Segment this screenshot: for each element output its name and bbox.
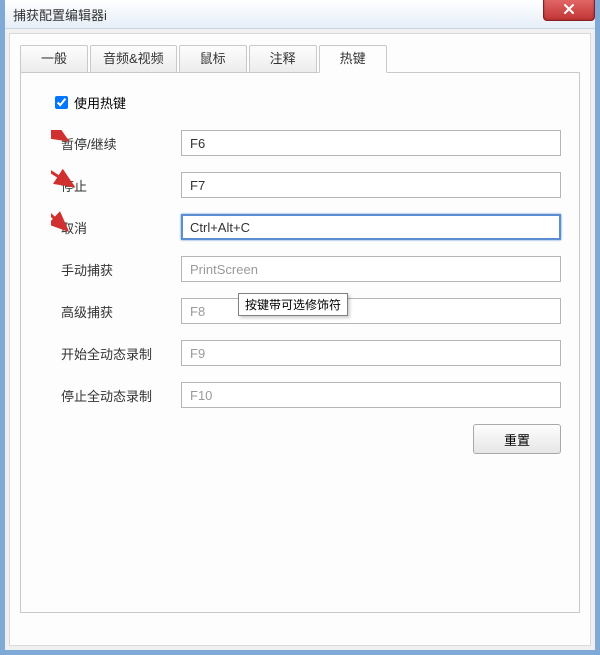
hotkey-row-manual: 手动捕获 (51, 256, 561, 282)
hotkey-input-cancel[interactable] (181, 214, 561, 240)
client-area: 一般 音频&视频 鼠标 注释 热键 使用热键 暂停/继续 停止 (9, 33, 591, 646)
hotkey-label: 取消 (51, 218, 181, 237)
close-button[interactable] (543, 0, 595, 21)
hotkey-input-stop-record[interactable] (181, 382, 561, 408)
hotkey-input-manual[interactable] (181, 256, 561, 282)
window-title: 捕获配置编辑器i (5, 5, 107, 24)
tab-annotate[interactable]: 注释 (249, 45, 317, 72)
tab-mouse[interactable]: 鼠标 (179, 45, 247, 72)
hotkey-row-stop: 停止 (51, 172, 561, 198)
titlebar: 捕获配置编辑器i (5, 0, 595, 29)
hotkey-input-stop[interactable] (181, 172, 561, 198)
hotkey-label: 手动捕获 (51, 260, 181, 279)
hotkey-input-start-record[interactable] (181, 340, 561, 366)
tab-av[interactable]: 音频&视频 (90, 45, 177, 72)
hotkey-label: 停止全动态录制 (51, 386, 181, 405)
hotkey-label: 开始全动态录制 (51, 344, 181, 363)
tab-hotkeys[interactable]: 热键 (319, 45, 387, 73)
hotkey-row-cancel: 取消 (51, 214, 561, 240)
hotkeys-page: 使用热键 暂停/继续 停止 取消 手动捕获 (20, 73, 580, 613)
use-hotkeys-row: 使用热键 (51, 93, 561, 112)
tab-strip: 一般 音频&视频 鼠标 注释 热键 (20, 44, 580, 73)
hotkey-row-stop-record: 停止全动态录制 (51, 382, 561, 408)
reset-button[interactable]: 重置 (473, 424, 561, 454)
hotkey-rows: 暂停/继续 停止 取消 手动捕获 高级捕获 (51, 130, 561, 408)
button-row: 重置 (51, 424, 561, 454)
hotkey-label: 暂停/继续 (51, 134, 181, 153)
hotkey-row-start-record: 开始全动态录制 (51, 340, 561, 366)
hotkey-input-pause[interactable] (181, 130, 561, 156)
dialog-window: 捕获配置编辑器i 一般 音频&视频 鼠标 注释 热键 使用热键 暂停/继续 (0, 0, 600, 655)
hotkey-label: 高级捕获 (51, 302, 181, 321)
hotkey-label: 停止 (51, 176, 181, 195)
use-hotkeys-checkbox[interactable] (55, 96, 68, 109)
close-icon (563, 3, 575, 15)
hotkey-row-pause: 暂停/继续 (51, 130, 561, 156)
use-hotkeys-label: 使用热键 (74, 93, 126, 112)
tab-general[interactable]: 一般 (20, 45, 88, 72)
hotkey-tooltip: 按键带可选修饰符 (238, 293, 348, 316)
